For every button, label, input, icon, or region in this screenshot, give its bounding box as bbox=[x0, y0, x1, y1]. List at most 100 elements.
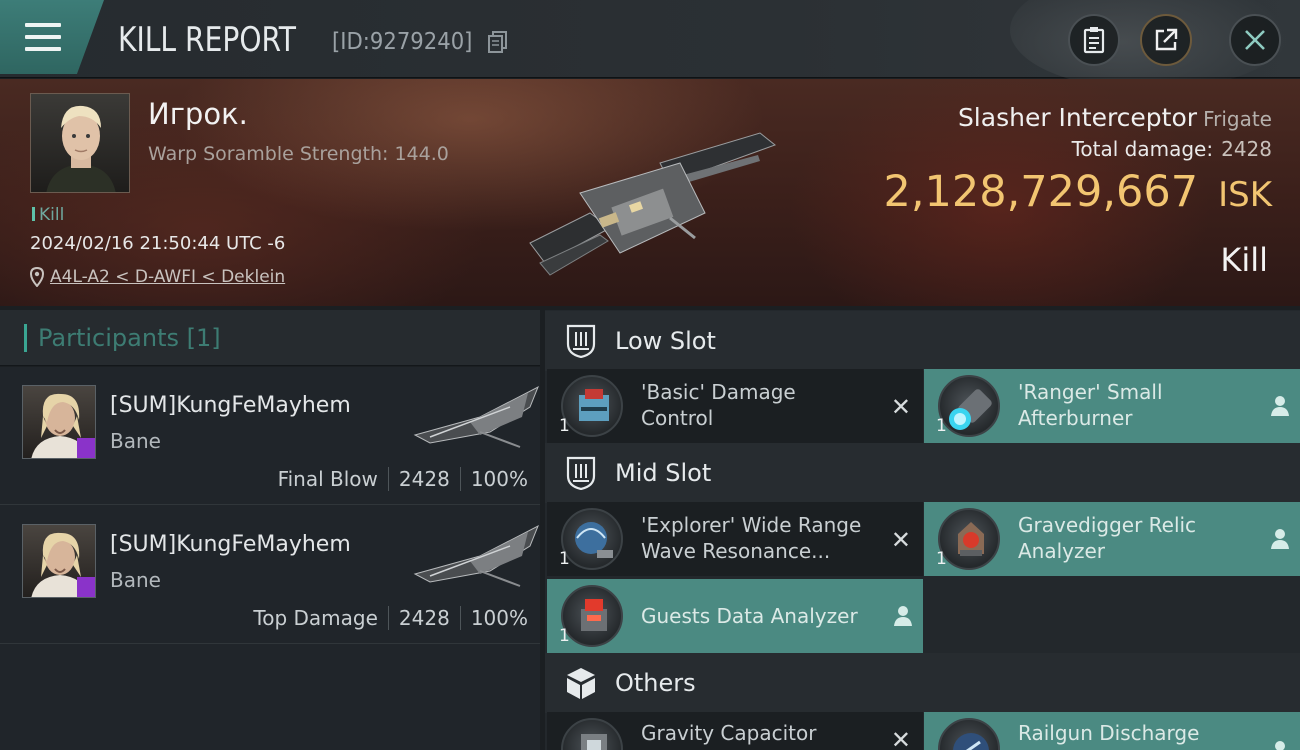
total-damage-value: 2428 bbox=[1221, 137, 1272, 161]
module-name: Guests Data Analyzer bbox=[641, 603, 881, 629]
module-name-line: Control bbox=[641, 406, 714, 430]
gravity-capacitor-icon bbox=[561, 718, 623, 750]
stats-divider bbox=[387, 467, 389, 491]
stats-divider bbox=[459, 606, 461, 630]
others-header: Others bbox=[545, 653, 1300, 713]
kill-summary-banner: Игрок. Warp Soramble Strength: 144.0 Kil… bbox=[0, 79, 1300, 306]
module-name-line: 'Basic' Damage bbox=[641, 380, 796, 404]
module-name: 'Basic' Damage Control bbox=[641, 379, 881, 431]
participant-damage: 2428 bbox=[398, 606, 450, 630]
participant-row[interactable]: [SUM]KungFeMayhem Bane Final Blow 2428 100… bbox=[0, 367, 540, 505]
module-name-line: Gravedigger Relic bbox=[1018, 513, 1197, 537]
module-name-line: Guests Data Analyzer bbox=[641, 604, 858, 628]
location-pin-icon bbox=[30, 267, 44, 287]
hamburger-icon bbox=[25, 23, 61, 51]
destroyed-icon: ✕ bbox=[890, 393, 911, 421]
participant-ship-icon bbox=[413, 524, 539, 587]
total-damage-label: Total damage: bbox=[1071, 137, 1214, 161]
close-icon bbox=[1245, 30, 1265, 50]
participant-role: Final Blow bbox=[277, 467, 378, 491]
module-quantity: 1 bbox=[559, 416, 570, 436]
module-name-line: Analyzer bbox=[1018, 539, 1106, 563]
destroyed-icon: ✕ bbox=[890, 526, 911, 554]
participant-percent: 100% bbox=[470, 606, 528, 630]
participant-damage: 2428 bbox=[398, 467, 450, 491]
participant-name[interactable]: [SUM]KungFeMayhem bbox=[110, 532, 351, 557]
module-name: 'Explorer' Wide Range Wave Resonance... bbox=[641, 512, 881, 564]
victim-portrait[interactable] bbox=[30, 93, 130, 193]
module-name: Gravity Capacitor bbox=[641, 720, 881, 746]
participant-ship-icon bbox=[413, 385, 539, 448]
module-quantity: 1 bbox=[559, 626, 570, 646]
location-link[interactable]: A4L-A2 < D-AWFI < Deklein bbox=[30, 267, 285, 287]
participants-list: [SUM]KungFeMayhem Bane Final Blow 2428 100… bbox=[0, 367, 540, 750]
module-name: 'Ranger' Small Afterburner bbox=[1018, 379, 1258, 431]
low-slot-header: Low Slot bbox=[545, 311, 1300, 371]
share-icon bbox=[1155, 28, 1178, 51]
railgun-discharge-icon bbox=[938, 718, 1000, 750]
relic-analyzer-icon bbox=[938, 508, 1000, 570]
stats-divider bbox=[387, 606, 389, 630]
participants-header[interactable]: Participants [1] bbox=[0, 310, 540, 366]
victim-name: Игрок. bbox=[148, 97, 248, 131]
participant-avatar[interactable] bbox=[22, 385, 96, 459]
module-guests-data-analyzer[interactable]: 1 Guests Data Analyzer bbox=[547, 579, 923, 653]
module-basic-damage-control[interactable]: 1 'Basic' Damage Control ✕ bbox=[547, 369, 923, 443]
participant-row[interactable]: [SUM]KungFeMayhem Bane Top Damage 2428 100… bbox=[0, 506, 540, 644]
clipboard-icon bbox=[1083, 27, 1105, 54]
stats-divider bbox=[459, 467, 461, 491]
isk-unit: ISK bbox=[1218, 175, 1272, 215]
module-name-line: Afterburner bbox=[1018, 406, 1133, 430]
module-railgun-discharge[interactable]: Railgun Discharge bbox=[924, 712, 1300, 750]
person-icon bbox=[1275, 741, 1285, 750]
mid-slot-label: Mid Slot bbox=[615, 459, 712, 487]
participant-stats: Final Blow 2428 100% bbox=[278, 467, 528, 491]
low-slot-label: Low Slot bbox=[615, 327, 716, 355]
person-icon bbox=[1271, 529, 1289, 549]
module-gravity-capacitor[interactable]: Gravity Capacitor ✕ bbox=[547, 712, 923, 750]
damage-control-icon bbox=[561, 375, 623, 437]
total-damage: Total damage: 2428 bbox=[1072, 137, 1272, 161]
person-icon bbox=[1271, 396, 1289, 416]
destroyed-icon: ✕ bbox=[890, 726, 911, 750]
corp-badge-icon bbox=[77, 438, 95, 458]
participant-avatar[interactable] bbox=[22, 524, 96, 598]
location-text: A4L-A2 < D-AWFI < Deklein bbox=[50, 267, 286, 287]
person-icon bbox=[894, 606, 912, 626]
close-button[interactable] bbox=[1229, 14, 1281, 66]
page-title: KILL REPORT bbox=[118, 20, 296, 60]
participant-name[interactable]: [SUM]KungFeMayhem bbox=[110, 393, 351, 418]
participant-role: Top Damage bbox=[253, 606, 378, 630]
module-quantity: 1 bbox=[936, 416, 947, 436]
mid-slot-header: Mid Slot bbox=[545, 443, 1300, 503]
afterburner-icon bbox=[938, 375, 1000, 437]
module-explorer-wide-range[interactable]: 1 'Explorer' Wide Range Wave Resonance..… bbox=[547, 502, 923, 576]
ship-class: Frigate bbox=[1203, 107, 1272, 131]
warp-scramble-strength: Warp Soramble Strength: 144.0 bbox=[148, 143, 449, 165]
participants-header-accent bbox=[24, 324, 27, 352]
menu-button[interactable] bbox=[0, 0, 104, 74]
cargo-box-icon bbox=[567, 668, 595, 699]
isk-value: 2,128,729,667 bbox=[883, 167, 1199, 217]
module-name-line: 'Explorer' Wide Range bbox=[641, 513, 862, 537]
report-id: [ID:9279240] bbox=[332, 29, 473, 55]
kill-datetime: 2024/02/16 21:50:44 UTC -6 bbox=[30, 233, 286, 254]
participant-stats: Top Damage 2428 100% bbox=[253, 606, 528, 630]
share-button[interactable] bbox=[1140, 14, 1192, 66]
clipboard-button[interactable] bbox=[1068, 14, 1120, 66]
module-name-line: Wave Resonance... bbox=[641, 539, 831, 563]
kill-tag: Kill bbox=[32, 205, 64, 225]
corp-badge-icon bbox=[77, 577, 95, 597]
result-label: Kill bbox=[1220, 241, 1268, 279]
victim-ship-render bbox=[529, 132, 777, 276]
module-ranger-small-afterburner[interactable]: 1 'Ranger' Small Afterburner bbox=[924, 369, 1300, 443]
module-gravedigger-relic-analyzer[interactable]: 1 Gravedigger Relic Analyzer bbox=[924, 502, 1300, 576]
mid-slot-icon bbox=[566, 456, 596, 490]
top-bar: KILL REPORT [ID:9279240] bbox=[0, 0, 1300, 90]
scanner-icon bbox=[561, 508, 623, 570]
participants-title: Participants [1] bbox=[38, 324, 221, 352]
module-quantity: 1 bbox=[936, 549, 947, 569]
ship-name-line: Slasher Interceptor Frigate bbox=[958, 103, 1272, 132]
copy-icon[interactable] bbox=[488, 31, 508, 53]
module-name-line: Railgun Discharge bbox=[1018, 721, 1200, 745]
